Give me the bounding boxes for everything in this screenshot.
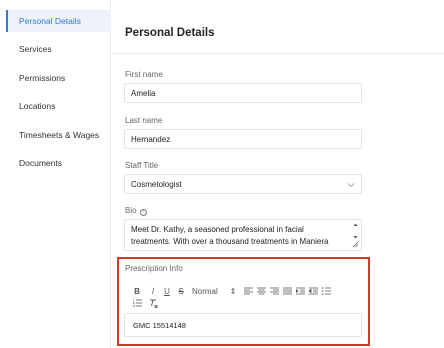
prescription-info-value: GMC 15514148 bbox=[133, 320, 186, 330]
ordered-list-icon[interactable] bbox=[132, 298, 142, 308]
align-right-icon[interactable] bbox=[269, 286, 279, 296]
sidebar-item-locations[interactable]: Locations bbox=[6, 95, 111, 117]
sidebar-item-personal-details[interactable]: Personal Details bbox=[6, 10, 111, 32]
last-name-field[interactable]: Hernandez bbox=[124, 129, 362, 149]
list-icon[interactable] bbox=[321, 286, 331, 296]
staff-title-value: Cosmetologist bbox=[131, 179, 182, 189]
clear-formatting-icon[interactable] bbox=[148, 298, 158, 308]
staff-title-label: Staff Title bbox=[125, 161, 159, 170]
chevron-down-icon bbox=[347, 181, 355, 189]
sidebar-item-permissions[interactable]: Permissions bbox=[6, 67, 111, 89]
title-divider bbox=[112, 53, 444, 54]
first-name-field[interactable]: Amelia bbox=[124, 83, 362, 103]
rich-text-toolbar: B I U S Normal ⇕ bbox=[132, 284, 352, 310]
resize-handle-icon[interactable] bbox=[352, 241, 359, 248]
format-select[interactable]: Normal bbox=[192, 286, 226, 296]
outdent-icon[interactable] bbox=[308, 286, 318, 296]
first-name-label: First name bbox=[125, 70, 163, 79]
align-center-icon[interactable] bbox=[256, 286, 266, 296]
sidebar-item-documents[interactable]: Documents bbox=[6, 152, 111, 174]
bio-value: Meet Dr. Kathy, a seasoned professional … bbox=[131, 225, 329, 250]
main-panel: Personal Details First name Amelia Last … bbox=[112, 0, 444, 348]
align-justify-icon[interactable] bbox=[282, 286, 292, 296]
staff-title-select[interactable]: Cosmetologist bbox=[124, 174, 362, 194]
first-name-value: Amelia bbox=[131, 88, 156, 98]
italic-button[interactable]: I bbox=[148, 286, 158, 296]
last-name-label: Last name bbox=[125, 116, 163, 125]
underline-button[interactable]: U bbox=[162, 286, 172, 296]
prescription-info-label: Prescription Info bbox=[125, 264, 183, 273]
prescription-info-field[interactable]: GMC 15514148 bbox=[124, 313, 362, 337]
format-select-arrows-icon: ⇕ bbox=[229, 286, 237, 296]
sidebar-item-timesheets-wages[interactable]: Timesheets & Wages bbox=[6, 124, 111, 146]
format-select-value: Normal bbox=[192, 286, 218, 296]
bio-label-text: Bio bbox=[125, 206, 137, 215]
info-icon[interactable]: ? bbox=[139, 208, 147, 216]
bold-button[interactable]: B bbox=[132, 286, 142, 296]
bio-textarea[interactable]: Meet Dr. Kathy, a seasoned professional … bbox=[124, 219, 362, 251]
settings-sidebar: Personal Details Services Permissions Lo… bbox=[0, 0, 111, 348]
align-left-icon[interactable] bbox=[243, 286, 253, 296]
sidebar-item-services[interactable]: Services bbox=[6, 38, 111, 60]
page-title: Personal Details bbox=[125, 27, 215, 39]
last-name-value: Hernandez bbox=[131, 134, 171, 144]
bio-label: Bio? bbox=[125, 206, 147, 216]
strikethrough-button[interactable]: S bbox=[176, 286, 186, 296]
indent-icon[interactable] bbox=[295, 286, 305, 296]
